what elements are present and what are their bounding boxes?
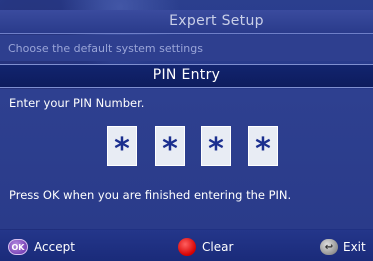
ok-button-icon: OK	[8, 239, 28, 255]
dialog-content	[0, 89, 373, 229]
red-button-icon	[178, 238, 196, 256]
exit-button[interactable]: ↩ Exit	[320, 238, 366, 256]
pin-digit-2[interactable]: *	[155, 126, 185, 167]
back-button-icon: ↩	[320, 239, 338, 255]
clear-label: Clear	[202, 240, 234, 254]
page-subtitle: Choose the default system settings	[8, 42, 203, 55]
accept-button[interactable]: OK Accept	[8, 238, 75, 256]
exit-label: Exit	[343, 240, 366, 254]
pin-digit-1[interactable]: *	[107, 126, 137, 167]
pin-prompt: Enter your PIN Number.	[9, 96, 145, 110]
page-title: Expert Setup	[169, 13, 264, 29]
clear-button[interactable]: Clear	[178, 238, 233, 256]
dialog-title: PIN Entry	[152, 67, 221, 83]
pin-digit-4[interactable]: *	[248, 126, 278, 167]
pin-hint: Press OK when you are finished entering …	[9, 188, 292, 202]
pin-digit-3[interactable]: *	[201, 126, 231, 167]
tv-menu-screen: Expert Setup Choose the default system s…	[0, 0, 373, 261]
accept-label: Accept	[34, 240, 75, 254]
